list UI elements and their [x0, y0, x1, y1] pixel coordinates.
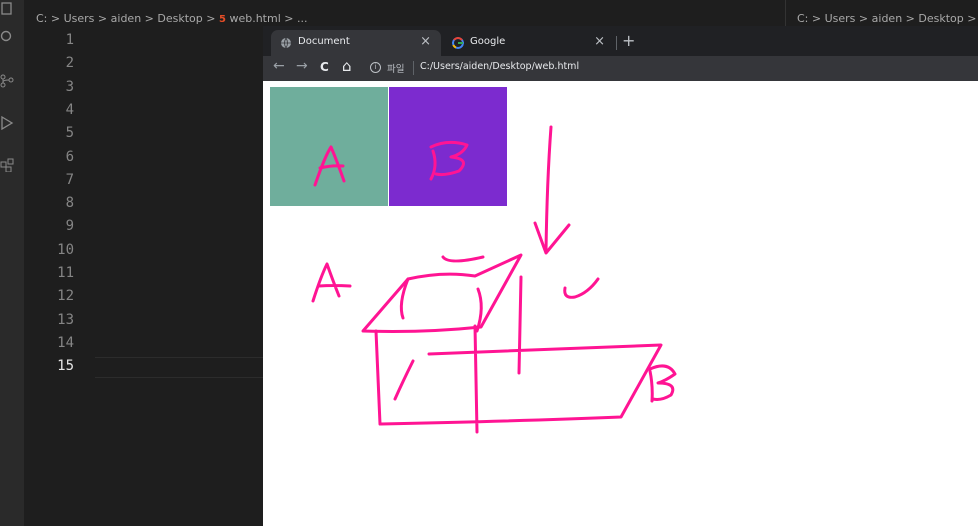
files-icon[interactable] — [0, 2, 14, 16]
line-number: 14 — [57, 334, 74, 351]
close-icon[interactable]: × — [420, 34, 431, 49]
forward-icon[interactable]: → — [296, 58, 308, 74]
line-number: 9 — [65, 218, 74, 235]
breadcrumb-item[interactable]: Users — [825, 12, 856, 25]
breadcrumb-separator: > — [50, 12, 61, 25]
run-debug-icon[interactable] — [0, 116, 14, 130]
line-number: 8 — [65, 195, 74, 212]
html5-file-icon: 5 — [218, 14, 226, 25]
source-control-icon[interactable] — [0, 74, 14, 88]
arrowhead — [533, 221, 571, 255]
tab-google[interactable]: Google × — [443, 30, 615, 56]
breadcrumb-item[interactable]: ... — [297, 12, 308, 25]
close-icon[interactable]: × — [594, 34, 605, 49]
tab-title: Document — [298, 36, 350, 47]
line-number: 13 — [57, 311, 74, 328]
tab-document[interactable]: Document × — [271, 30, 441, 56]
handwritten-a-in-box-a — [313, 145, 346, 187]
handwritten-b-in-box-b — [429, 140, 469, 181]
browser-toolbar: ← → C ⌂ i 파일 C:/Users/aiden/Desktop/web.… — [263, 56, 978, 81]
line-number: 11 — [57, 265, 74, 281]
current-line-highlight — [95, 357, 285, 378]
sketch-box-a-top — [361, 253, 523, 333]
breadcrumb-separator: > — [811, 12, 822, 25]
breadcrumb-separator: > — [858, 12, 869, 25]
breadcrumb-right: C: > Users > aiden > Desktop > 3 — [797, 12, 978, 25]
breadcrumb: C: > Users > aiden > Desktop > 5 web.htm… — [36, 12, 307, 25]
search-icon[interactable] — [0, 30, 14, 44]
sketch-box-a-detail — [399, 255, 485, 333]
address-scheme-label: 파일 — [387, 64, 405, 75]
activity-bar — [0, 0, 24, 526]
line-number: 10 — [57, 241, 74, 258]
handwritten-u — [563, 277, 600, 299]
breadcrumb-separator: > — [967, 12, 977, 25]
site-info-icon[interactable]: i — [370, 62, 381, 73]
google-icon — [452, 37, 464, 49]
breadcrumb-item[interactable]: C: — [36, 12, 47, 25]
line-number: 1 — [65, 32, 74, 48]
breadcrumb-item[interactable]: aiden — [872, 12, 903, 25]
handwritten-a-left — [311, 262, 352, 303]
sketch-box-b — [374, 275, 663, 434]
breadcrumb-separator: > — [97, 12, 108, 25]
tab-title: Google — [470, 36, 506, 47]
breadcrumb-item[interactable]: Desktop — [157, 12, 202, 25]
back-icon[interactable]: ← — [273, 58, 285, 74]
line-number: 7 — [65, 171, 74, 188]
extensions-icon[interactable] — [0, 158, 14, 172]
line-number: 5 — [65, 125, 74, 142]
line-number: 12 — [57, 288, 74, 305]
breadcrumb-item[interactable]: aiden — [111, 12, 142, 25]
breadcrumb-item[interactable]: C: — [797, 12, 808, 25]
new-tab-button[interactable]: + — [622, 31, 635, 50]
page-viewport: A — [263, 81, 978, 526]
reload-icon[interactable]: C — [320, 60, 329, 74]
line-number: 3 — [65, 78, 74, 95]
line-number: 2 — [65, 55, 74, 72]
line-number: 4 — [65, 101, 74, 118]
arrow-stroke — [544, 125, 553, 253]
breadcrumb-item[interactable]: Users — [64, 12, 95, 25]
line-number: 6 — [65, 148, 74, 165]
line-number: 15 — [57, 358, 74, 375]
tab-separator — [616, 36, 617, 50]
breadcrumb-separator: > — [206, 12, 216, 25]
breadcrumb-separator: > — [284, 12, 294, 25]
handwritten-b-right — [648, 364, 677, 403]
globe-icon — [281, 37, 291, 49]
breadcrumb-item[interactable]: web.html — [229, 12, 280, 25]
address-bar[interactable]: C:/Users/aiden/Desktop/web.html — [420, 61, 579, 72]
breadcrumb-separator: > — [144, 12, 154, 25]
pen-annotation-layer: A — [311, 125, 677, 434]
home-icon[interactable]: ⌂ — [342, 57, 352, 75]
breadcrumb-item[interactable]: Desktop — [918, 12, 963, 25]
breadcrumb-separator: > — [905, 12, 915, 25]
browser-window: Document × Google × + ← → C ⌂ i 파일 C:/Us… — [263, 26, 978, 526]
tab-strip: Document × Google × + — [263, 26, 978, 56]
address-divider — [413, 61, 414, 75]
